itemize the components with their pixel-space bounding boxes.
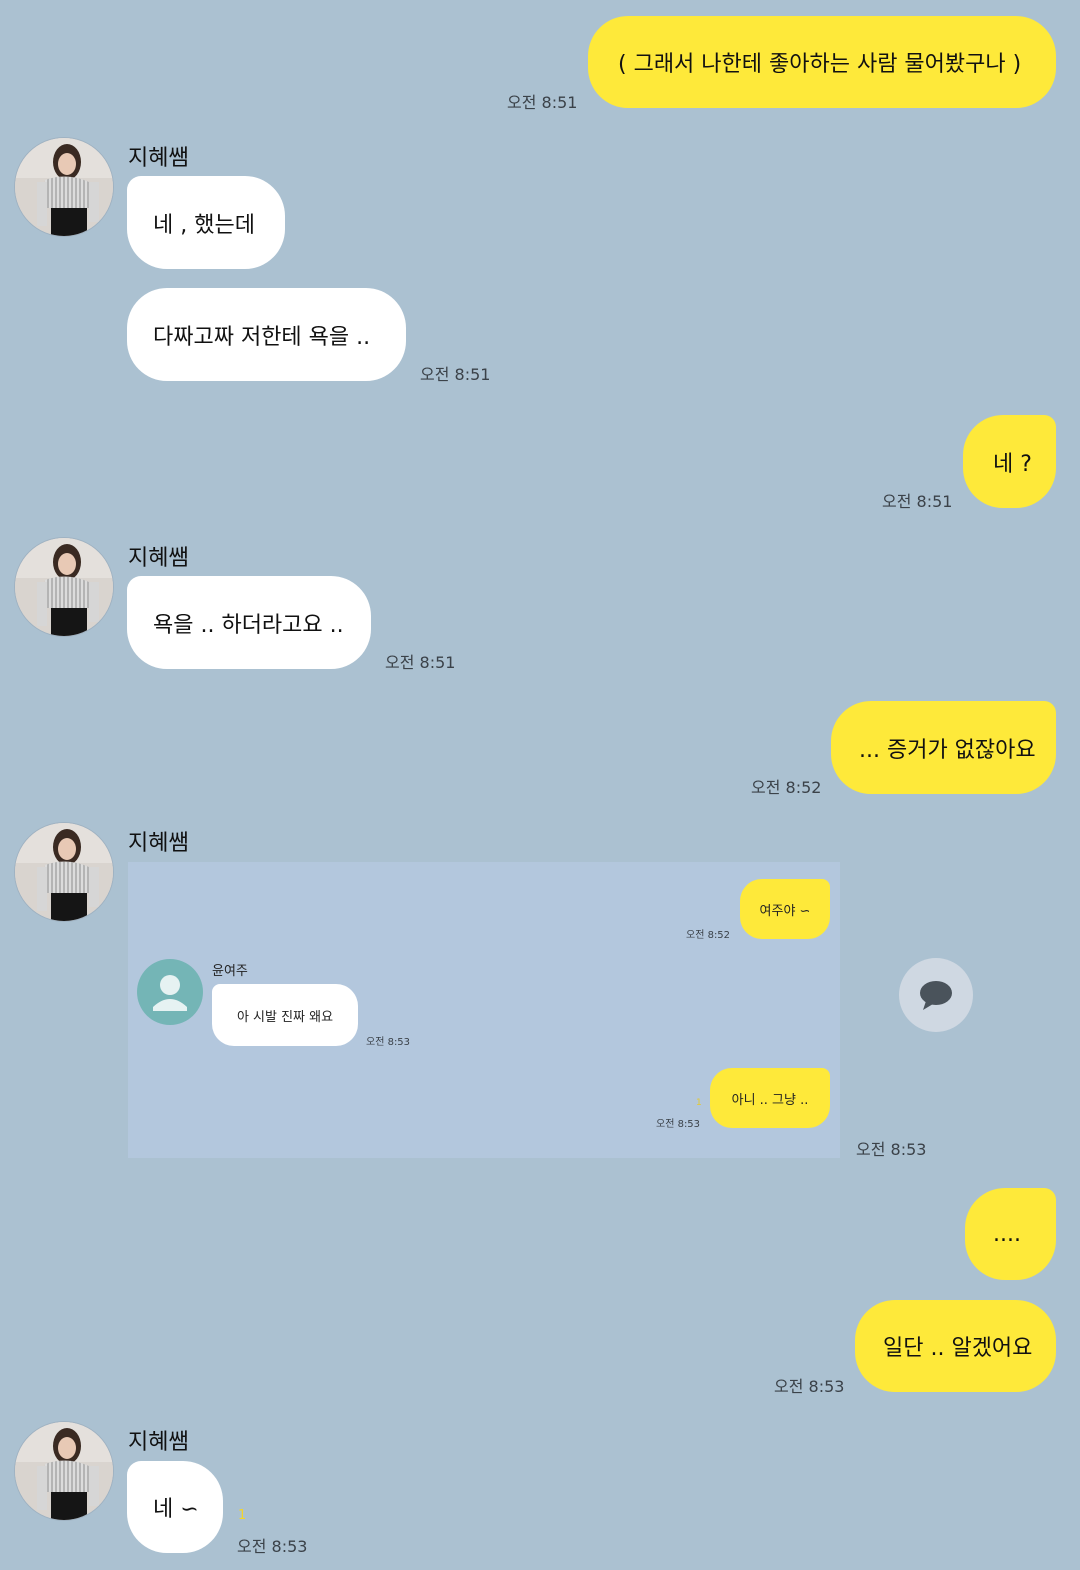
embedded-unread-count: 1 [696,1098,702,1108]
embedded-message-text: 여주야 ∽ [759,903,811,919]
message-time: 오전 8:51 [385,653,456,672]
embedded-their-bubble: 아 시발 진짜 왜요 [212,984,358,1046]
contact-name: 지혜쌤 [128,1430,189,1455]
message-time: 오전 8:51 [420,365,491,384]
my-message-bubble[interactable]: 네 ? [963,415,1056,508]
message-text: ( 그래서 나한테 좋아하는 사람 물어봤구나 ) [618,52,1022,77]
my-message-bubble[interactable]: .... [965,1188,1056,1280]
message-time: 오전 8:53 [237,1537,308,1556]
message-text: 욕을 .. 하더라고요 .. [153,612,344,638]
message-text: 다짜고짜 저한테 욕을 .. [153,324,371,350]
contact-avatar[interactable] [14,537,114,637]
contact-name: 지혜쌤 [128,146,189,171]
embedded-message-text: 아 시발 진짜 왜요 [236,1009,334,1025]
speech-bubble-glyph [920,981,952,1010]
message-text: ... 증거가 없잖아요 [859,737,1036,763]
unread-count: 1 [238,1508,247,1523]
chat-bubble-icon[interactable] [899,958,973,1032]
message-time: 오전 8:51 [507,93,578,112]
embedded-message-time: 오전 8:53 [656,1119,701,1130]
my-message-bubble[interactable]: ... 증거가 없잖아요 [831,701,1056,794]
contact-avatar[interactable] [14,1421,114,1521]
contact-avatar[interactable] [14,137,114,237]
default-profile-icon [137,959,203,1025]
profile-photo [15,1422,113,1520]
their-message-bubble[interactable]: 욕을 .. 하더라고요 .. [127,576,371,669]
embedded-message-time: 오전 8:52 [686,930,731,941]
their-message-bubble[interactable]: 네 ∽ [127,1461,223,1553]
message-time: 오전 8:51 [882,492,953,511]
embedded-message-text: 아니 .. 그냥 .. [731,1092,809,1108]
message-time: 오전 8:53 [774,1377,845,1396]
profile-photo [15,538,113,636]
embedded-contact-name: 윤여주 [212,964,248,979]
their-message-bubble[interactable]: 다짜고짜 저한테 욕을 .. [127,288,406,381]
embedded-my-bubble: 아니 .. 그냥 .. [710,1068,830,1128]
message-text: 일단 .. 알겠어요 [883,1336,1033,1361]
my-message-bubble[interactable]: 일단 .. 알겠어요 [855,1300,1056,1392]
message-text: .... [993,1221,1021,1247]
embedded-my-bubble: 여주야 ∽ [740,879,830,939]
message-time: 오전 8:52 [751,778,822,797]
message-time: 오전 8:53 [856,1140,927,1159]
their-message-bubble[interactable]: 네 , 했는데 [127,176,285,269]
profile-photo [15,823,113,921]
my-message-bubble[interactable]: ( 그래서 나한테 좋아하는 사람 물어봤구나 ) [588,16,1056,108]
embedded-message-time: 오전 8:53 [366,1037,411,1048]
message-text: 네 ∽ [153,1497,199,1522]
contact-name: 지혜쌤 [128,831,189,856]
message-text: 네 , 했는데 [153,212,255,238]
contact-name: 지혜쌤 [128,546,189,571]
contact-avatar[interactable] [14,822,114,922]
shared-screenshot-image[interactable]: 여주야 ∽ 오전 8:52 윤여주 아 시발 진짜 왜요 오전 8:53 아니 … [128,862,840,1158]
message-text: 네 ? [993,451,1032,477]
person-silhouette-icon [153,975,187,1011]
profile-photo [15,138,113,236]
